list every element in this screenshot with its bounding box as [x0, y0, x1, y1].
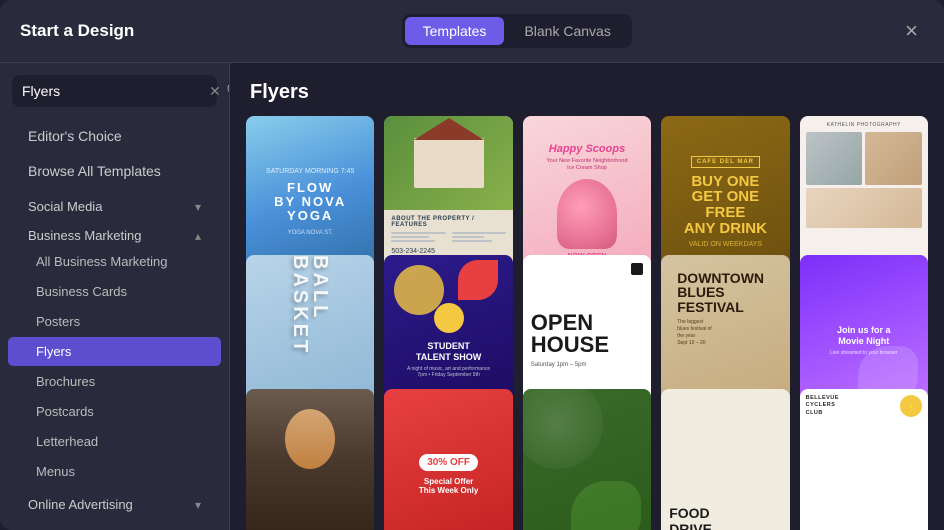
cafe-sub: Valid on weekdays [689, 241, 762, 248]
yoga-date: SATURDAY MORNING 7:45 [266, 168, 354, 175]
template-card-leaves[interactable] [523, 389, 651, 530]
template-card-redsale[interactable]: 30% OFF Special OfferThis Week Only [384, 389, 512, 530]
search-clear-icon[interactable]: ✕ [209, 83, 221, 100]
close-button[interactable]: × [899, 18, 924, 44]
house-title: ABOUT THE PROPERTY / FEATURES [391, 216, 505, 228]
template-card-cyclers[interactable]: BellevueCyclersClub ⭐ 🌿 [800, 389, 928, 530]
tab-group: Templates Blank Canvas [402, 14, 632, 48]
scoops-sub: Your New Favorite NeighborhoodIce Cream … [546, 158, 627, 172]
sidebar-section-label: Business Marketing [28, 228, 141, 243]
chevron-down-icon: ▾ [195, 498, 201, 512]
sidebar-item-flyers[interactable]: Flyers [8, 337, 221, 366]
photo-img-1 [806, 132, 863, 185]
sidebar-item-menus[interactable]: Menus [8, 457, 221, 486]
main-content: Flyers SATURDAY MORNING 7:45 FLOWBY NOVA… [230, 63, 944, 530]
yoga-title: FLOWBY NOVAYOGA [274, 181, 346, 224]
talent-title: StudentTalent Show [416, 341, 481, 363]
person-head [285, 409, 335, 469]
photo-img-3 [806, 188, 922, 228]
movie-title: Join us for aMovie Night [837, 325, 891, 347]
templates-grid: SATURDAY MORNING 7:45 FLOWBY NOVAYOGA YO… [230, 116, 944, 530]
photo-img-2 [865, 132, 922, 185]
modal-container: Start a Design Templates Blank Canvas × … [0, 0, 944, 530]
person-face [246, 389, 374, 530]
sidebar-section-business-marketing[interactable]: Business Marketing ▴ [8, 218, 221, 247]
sidebar-section-label: Social Media [28, 199, 102, 214]
modal-header: Start a Design Templates Blank Canvas × [0, 0, 944, 63]
sale-text: Special OfferThis Week Only [419, 477, 478, 495]
tab-blank-canvas[interactable]: Blank Canvas [506, 17, 628, 45]
openhouse-title: OPENHOUSE [531, 312, 609, 356]
sidebar-section-label: Online Advertising [28, 497, 133, 512]
scoops-title: Happy Scoops [549, 143, 625, 155]
tab-templates[interactable]: Templates [405, 17, 505, 45]
house-details [391, 232, 505, 244]
talent-instrument [434, 303, 464, 333]
chevron-down-icon: ▾ [195, 200, 201, 214]
scoops-ice-cream [557, 179, 617, 249]
photo-header: KATHELIN PHOTOGRAPHY [806, 122, 922, 128]
fooddrive-title: FoodDriveFor [669, 506, 781, 530]
sidebar-item-editors-choice[interactable]: Editor's Choice [8, 119, 221, 153]
search-input[interactable] [22, 83, 203, 99]
house-image [384, 116, 512, 210]
sidebar-item-brochures[interactable]: Brochures [8, 367, 221, 396]
sale-badge: 30% OFF [419, 454, 478, 471]
sidebar-item-all-business[interactable]: All Business Marketing [8, 247, 221, 276]
blues-title: DOWNTOWNBLUESFESTIVAL [677, 271, 773, 315]
blues-sub: The biggestblues festival ofthe yearSept… [677, 319, 773, 347]
sidebar-item-letterhead[interactable]: Letterhead [8, 427, 221, 456]
sidebar-item-business-cards[interactable]: Business Cards [8, 277, 221, 306]
sidebar-item-posters[interactable]: Posters [8, 307, 221, 336]
yoga-location: YOGA NOVA ST. [288, 230, 333, 236]
template-card-person[interactable] [246, 389, 374, 530]
sidebar-section-online-advertising[interactable]: Online Advertising ▾ [8, 487, 221, 516]
openhouse-indicator [631, 263, 643, 275]
template-card-fooddrive[interactable]: FoodDriveFor [661, 389, 789, 530]
sidebar-section-social-media[interactable]: Social Media ▾ [8, 189, 221, 218]
modal-title: Start a Design [20, 21, 134, 41]
talent-shape [458, 260, 498, 300]
sidebar-item-postcards[interactable]: Postcards [8, 397, 221, 426]
content-title: Flyers [230, 63, 944, 116]
openhouse-time: Saturday 1pm – 5pm [531, 362, 587, 368]
sidebar: ✕ 🔍 Editor's Choice Browse All Templates… [0, 63, 230, 530]
cafe-promo: BUY ONEGET ONEFREEANY DRINK [684, 174, 767, 237]
modal-body: ✕ 🔍 Editor's Choice Browse All Templates… [0, 63, 944, 530]
talent-sub: A night of music, art and performance7pm… [407, 366, 490, 378]
chevron-up-icon: ▴ [195, 229, 201, 243]
sidebar-item-browse-all[interactable]: Browse All Templates [8, 154, 221, 188]
movie-sub: Live streamed to your browser [830, 350, 897, 356]
cafe-logo: CAFE DEL MAR [691, 156, 760, 168]
search-box: ✕ 🔍 [12, 75, 217, 107]
